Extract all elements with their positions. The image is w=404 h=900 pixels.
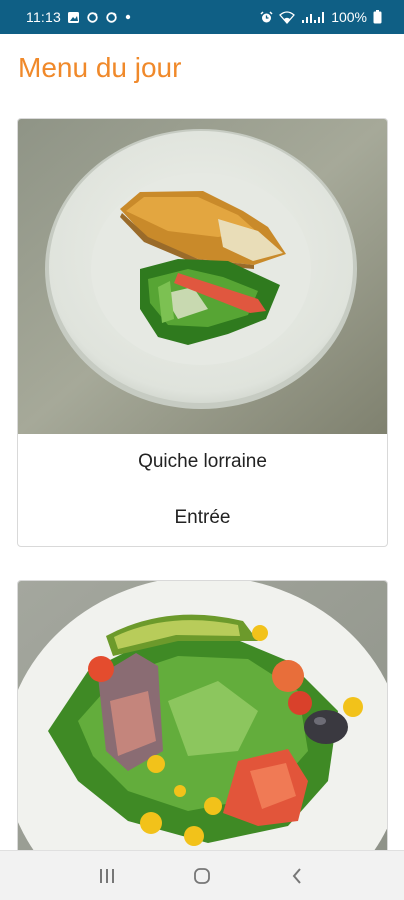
main-page: Menu du jour Quiche lorraine Entrée <box>0 34 404 850</box>
photo-icon <box>67 11 80 24</box>
sync-icon <box>105 11 118 24</box>
menu-card[interactable]: Quiche lorraine Entrée <box>17 118 388 547</box>
battery-icon <box>373 10 382 24</box>
battery-percent: 100% <box>331 9 367 25</box>
dish-name: Quiche lorraine <box>138 451 267 472</box>
system-nav-bar <box>0 850 404 900</box>
dish-photo <box>18 581 387 850</box>
page-title: Menu du jour <box>18 52 182 83</box>
status-bar-left: 11:13 <box>26 9 132 25</box>
status-bar-right: 100% <box>260 9 382 25</box>
wifi-icon <box>279 10 296 24</box>
status-bar: 11:13 100% <box>0 0 404 34</box>
menu-card[interactable] <box>17 580 388 850</box>
recent-apps-icon[interactable] <box>87 856 127 896</box>
dot-icon <box>124 13 132 21</box>
back-icon[interactable] <box>277 856 317 896</box>
dish-category: Entrée <box>174 507 231 528</box>
status-time: 11:13 <box>26 9 61 25</box>
sync-icon <box>86 11 99 24</box>
home-icon[interactable] <box>182 856 222 896</box>
alarm-icon <box>260 10 273 24</box>
dish-photo <box>18 119 387 434</box>
signal-icon <box>301 11 325 24</box>
